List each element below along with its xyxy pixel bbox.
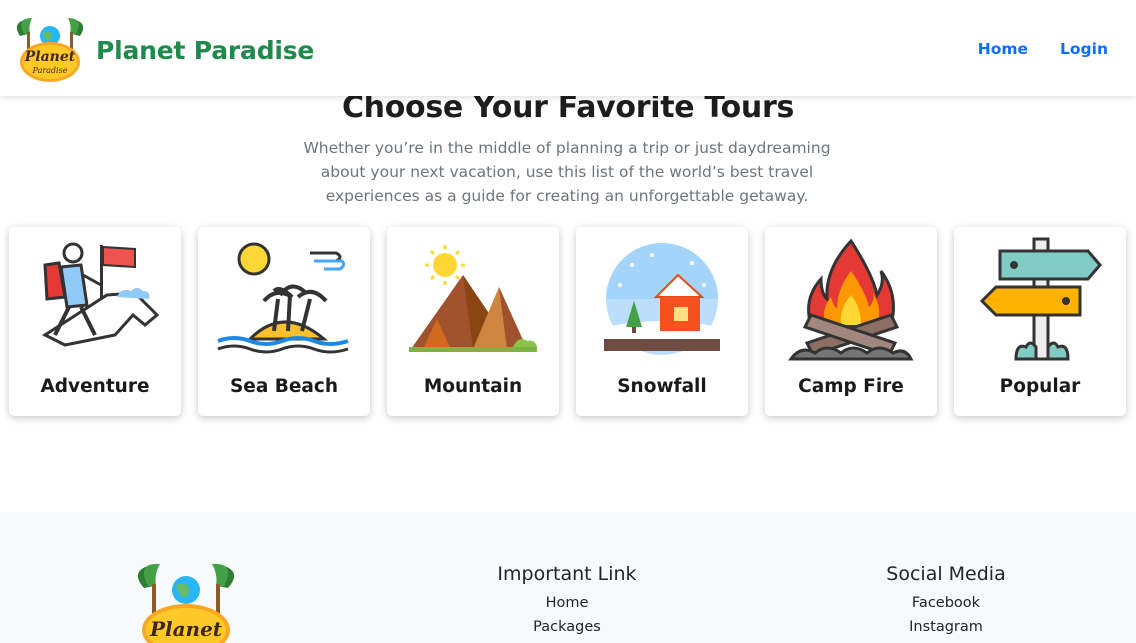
signpost-icon <box>979 237 1102 361</box>
tour-categories: Adventure Sea Beach Mountain Snowfall Ca… <box>9 227 1126 416</box>
footer-social-heading: Social Media <box>886 563 1006 585</box>
card-camp-fire[interactable]: Camp Fire <box>765 227 937 416</box>
nav-home-link[interactable]: Home <box>978 40 1028 58</box>
footer-link-home[interactable]: Home <box>467 591 667 615</box>
footer-link-packages[interactable]: Packages <box>467 615 667 639</box>
footer-important-links: Important Link Home Packages <box>467 563 667 639</box>
page-subtitle: Whether you’re in the middle of planning… <box>303 139 831 205</box>
card-sea-beach[interactable]: Sea Beach <box>198 227 370 416</box>
logo-text-top: Planet <box>149 617 223 641</box>
card-snowfall[interactable]: Snowfall <box>576 227 748 416</box>
snow-globe-icon <box>604 243 720 355</box>
card-label: Snowfall <box>617 376 707 397</box>
card-adventure[interactable]: Adventure <box>9 227 181 416</box>
campfire-icon <box>788 238 914 361</box>
card-mountain[interactable]: Mountain <box>387 227 559 416</box>
brand-name[interactable]: Planet Paradise <box>96 36 314 65</box>
footer-link-instagram[interactable]: Instagram <box>846 615 1046 639</box>
logo-text-top: Planet <box>24 49 76 65</box>
card-label: Adventure <box>40 376 150 397</box>
brand-link[interactable]: Planet Paradise Planet Paradise <box>10 14 314 86</box>
footer-social-media: Social Media Facebook Instagram <box>846 563 1046 639</box>
logo-text-bottom: Paradise <box>32 66 68 75</box>
footer-link-facebook[interactable]: Facebook <box>846 591 1046 615</box>
planet-paradise-logo: Planet <box>137 563 235 643</box>
card-label: Popular <box>999 376 1081 397</box>
footer-links-heading: Important Link <box>497 563 637 585</box>
mountain-sun-icon <box>409 245 537 352</box>
hiker-flag-icon <box>41 242 160 347</box>
card-popular[interactable]: Popular <box>954 227 1126 416</box>
island-palm-icon <box>217 242 349 354</box>
nav-login-link[interactable]: Login <box>1060 40 1108 58</box>
card-label: Camp Fire <box>798 376 904 397</box>
site-header: Planet Paradise Planet Paradise Home Log… <box>0 0 1136 96</box>
card-label: Mountain <box>423 376 523 397</box>
planet-paradise-logo: Planet Paradise <box>16 18 84 82</box>
card-label: Sea Beach <box>229 376 339 397</box>
main-nav: Home Login <box>978 40 1108 58</box>
site-footer: Planet Important Link Home Packages Soci… <box>0 512 1136 643</box>
